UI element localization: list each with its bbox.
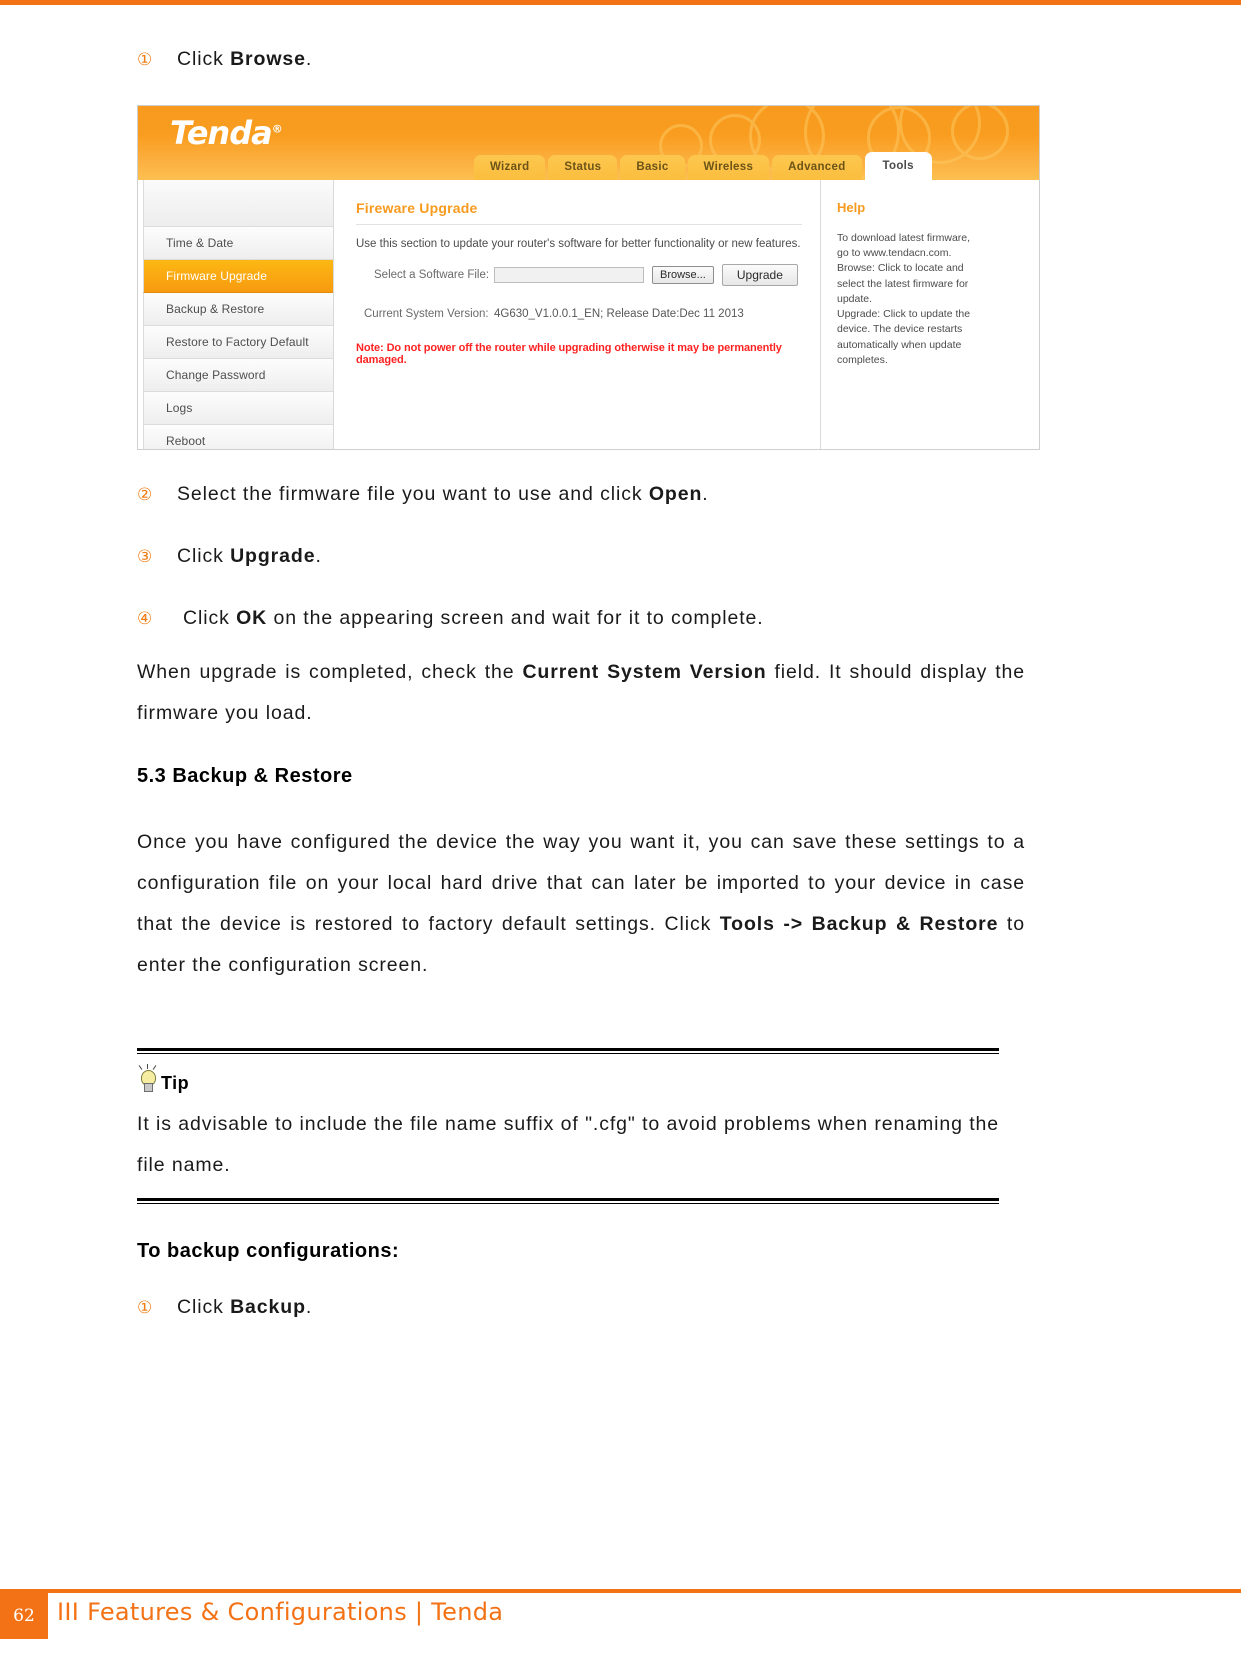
tab-wireless[interactable]: Wireless [687,155,770,180]
to-backup-configurations-heading: To backup configurations: [137,1240,400,1262]
current-version-label: Current System Version: [364,308,489,320]
post-upgrade-pre: When upgrade is completed, check the [137,661,523,683]
help-line: automatically when update [837,338,962,351]
sidebar-item-backup-and-restore[interactable]: Backup & Restore [143,293,333,326]
help-line: update. [837,292,873,305]
software-file-label: Select a Software File: [374,269,490,281]
tip-top-rule [137,1048,999,1054]
step-backup-1-post: . [305,1296,313,1318]
tenda-logo: Tenda® [170,114,283,152]
tab-advanced[interactable]: Advanced [772,155,862,180]
step-1-bold: Browse [230,48,306,70]
step-2: ② Select the firmware file you want to u… [137,483,1041,506]
step-3-post: . [315,545,322,567]
step-4-text: Click OK on the appearing screen and wai… [183,607,1041,630]
sidebar-item-time-and-date[interactable]: Time & Date [143,227,333,260]
section-heading-5-3: 5.3 Backup & Restore [137,765,353,787]
step-2-post: . [702,483,709,505]
panel-title: Fireware Upgrade [356,200,478,216]
router-sidebar: Time & Date Firmware Upgrade Backup & Re… [138,180,334,449]
router-nav-tabs: Wizard Status Basic Wireless Advanced To… [474,152,932,180]
panel-description: Use this section to update your router's… [356,238,801,250]
step-backup-1-pre: Click [177,1296,231,1318]
help-line: Upgrade: Click to update the [837,308,971,321]
step-1: ① Click Browse. [137,48,1041,71]
tab-status[interactable]: Status [548,155,618,180]
step-backup-1: ① Click Backup. [137,1296,1041,1319]
step-4-post: on the appearing screen and wait for it … [267,607,764,629]
page-top-rule [0,0,1241,5]
tab-tools[interactable]: Tools [864,152,932,180]
step-4-bold: OK [236,607,268,629]
help-line: completes. [837,353,888,366]
tip-text: It is advisable to include the file name… [137,1113,999,1176]
step-2-marker: ② [137,485,153,504]
lightbulb-icon [137,1064,159,1094]
step-4: ④ Click OK on the appearing screen and w… [137,607,1041,630]
tab-basic[interactable]: Basic [620,155,685,180]
tenda-logo-text: Tenda [170,114,273,152]
help-title: Help [837,200,866,215]
tab-wizard[interactable]: Wizard [474,155,546,180]
sidebar-item-firmware-upgrade[interactable]: Firmware Upgrade [143,260,333,293]
tip-label: Tip [161,1073,190,1093]
step-1-marker: ① [137,50,153,69]
sidebar-item-restore-to-factory-default[interactable]: Restore to Factory Default [143,326,333,359]
step-4-marker: ④ [137,609,153,628]
software-file-input[interactable] [494,267,644,283]
page-number: 62 [0,1593,48,1639]
step-2-pre: Select the firmware file you want to use… [177,483,649,505]
backup-restore-paragraph: Once you have configured the device the … [137,822,1025,986]
current-version-value: 4G630_V1.0.0.1_EN; Release Date:Dec 11 2… [494,308,744,320]
step-3-marker: ③ [137,547,153,566]
help-line: select the latest firmware for [837,277,969,290]
step-1-text: Click Browse. [177,48,1041,71]
help-line: Browse: Click to locate and [837,262,964,275]
router-help-panel: Help To download latest firmware, go to … [820,180,1039,449]
current-version-row: Current System Version: 4G630_V1.0.0.1_E… [364,308,802,320]
tip-header: Tip [137,1064,999,1094]
sidebar-item-reboot[interactable]: Reboot [143,425,333,449]
router-main-panel: Fireware Upgrade Use this section to upd… [334,180,820,449]
registered-mark: ® [271,122,283,136]
step-1-pre: Click [177,48,231,70]
step-3-pre: Click [177,545,231,567]
step-4-pre: Click [183,607,237,629]
tip-bottom-rule [137,1197,999,1204]
step-1-post: . [305,48,313,70]
panel-title-rule [356,224,802,225]
sidebar-item-logs[interactable]: Logs [143,392,333,425]
step-backup-1-marker: ① [137,1298,153,1317]
footer-rule [0,1589,1241,1593]
sidebar-spacer [143,180,333,227]
backup-restore-bold: Tools -> Backup & Restore [719,912,999,935]
help-line: device. The device restarts [837,323,963,336]
footer-title: III Features & Configurations | Tenda [57,1598,504,1626]
post-upgrade-paragraph: When upgrade is completed, check the Cur… [137,652,1025,734]
upgrade-button[interactable]: Upgrade [721,264,798,286]
step-backup-1-bold: Backup [230,1296,306,1318]
software-file-row: Select a Software File: Browse... Upgrad… [374,264,802,286]
step-2-bold: Open [648,483,703,505]
help-line: go to www.tendacn.com. [837,247,952,260]
step-3: ③ Click Upgrade. [137,545,1041,568]
step-3-text: Click Upgrade. [177,545,1041,568]
sidebar-item-change-password[interactable]: Change Password [143,359,333,392]
help-line: To download latest firmware, [837,232,971,244]
upgrade-warning-note: Note: Do not power off the router while … [356,342,782,366]
step-backup-1-text: Click Backup. [177,1296,1041,1319]
router-header: Tenda® Wizard Status Basic Wireless Adva… [138,106,1039,180]
post-upgrade-bold: Current System Version [522,661,767,683]
step-2-text: Select the firmware file you want to use… [177,483,1041,506]
step-3-bold: Upgrade [230,545,316,567]
router-web-ui-screenshot: Tenda® Wizard Status Basic Wireless Adva… [137,105,1040,450]
router-body: Time & Date Firmware Upgrade Backup & Re… [138,180,1039,449]
browse-button[interactable]: Browse... [652,266,714,284]
